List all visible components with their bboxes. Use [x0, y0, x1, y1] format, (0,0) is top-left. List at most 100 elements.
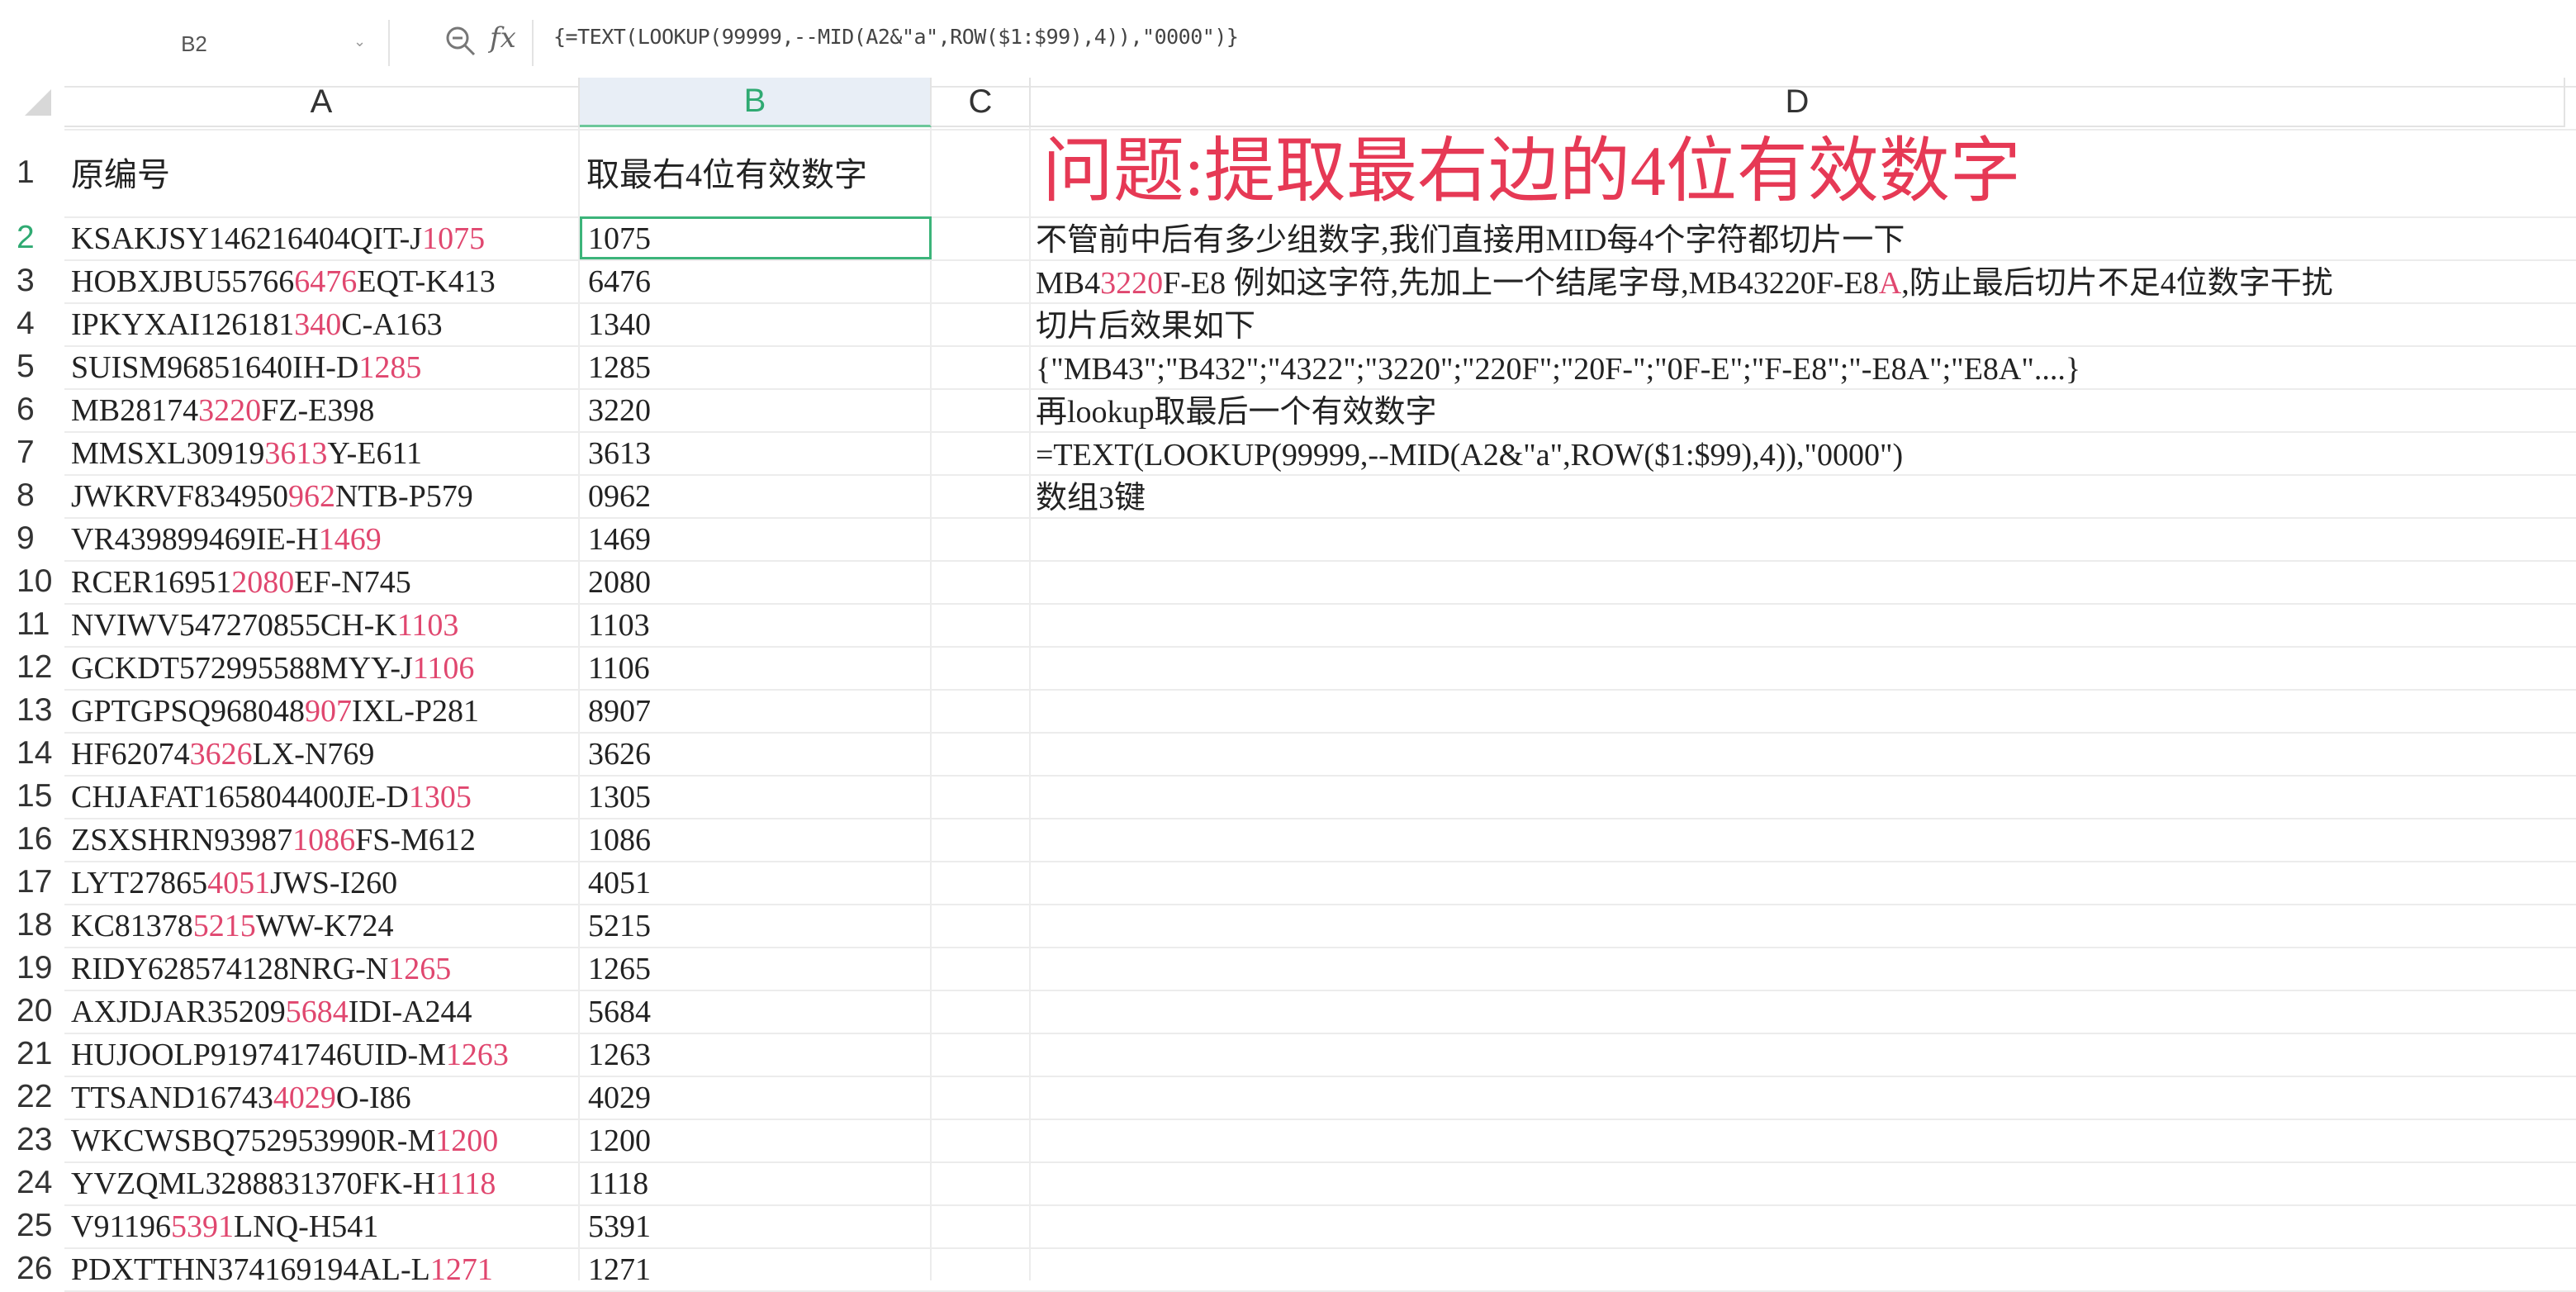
row-header[interactable]: 7: [0, 431, 64, 474]
cell-b-result[interactable]: 4029: [588, 1082, 651, 1114]
row-header[interactable]: 9: [0, 517, 64, 560]
row-header[interactable]: 20: [0, 990, 64, 1033]
cell-b-result[interactable]: 1118: [588, 1168, 648, 1199]
row-header[interactable]: 26: [0, 1247, 64, 1290]
cell-b-result[interactable]: 1103: [588, 610, 650, 641]
highlighted-digits: 1469: [318, 522, 382, 557]
cell-b-result[interactable]: 3220: [588, 395, 651, 426]
cell-b-result[interactable]: 5215: [588, 910, 651, 942]
cell-b1-header[interactable]: 取最右4位有效数字: [586, 159, 867, 192]
row-header[interactable]: 13: [0, 689, 64, 732]
cell-a-original-code[interactable]: TTSAND167434029O-I86: [71, 1082, 411, 1114]
function-icon[interactable]: fx: [490, 21, 516, 55]
cell-a-original-code[interactable]: JWKRVF834950962NTB-P579: [71, 481, 473, 512]
cell-a-original-code[interactable]: VR439899469IE-H1469: [71, 524, 382, 555]
chevron-down-icon[interactable]: ⌄: [353, 33, 366, 50]
cell-b-result[interactable]: 1106: [588, 653, 650, 684]
cell-a-original-code[interactable]: HF620743626LX-N769: [71, 739, 374, 770]
row-header[interactable]: 8: [0, 474, 64, 517]
row-header[interactable]: 2: [0, 216, 64, 259]
cell-a-original-code[interactable]: HOBXJBU557666476EQT-K413: [71, 266, 496, 297]
row-header[interactable]: 5: [0, 345, 64, 388]
cell-a-original-code[interactable]: KSAKJSY146216404QIT-J1075: [71, 223, 485, 254]
row-header[interactable]: 21: [0, 1033, 64, 1076]
grid-line: [64, 603, 2576, 605]
code-text: EQT-K413: [357, 264, 496, 299]
grid-line: [64, 1204, 2576, 1206]
cell-a-original-code[interactable]: MMSXL309193613Y-E611: [71, 438, 422, 469]
grid-line: [64, 818, 2576, 819]
row-header[interactable]: 24: [0, 1161, 64, 1204]
cell-b-result[interactable]: 1271: [588, 1254, 651, 1285]
cell-a-original-code[interactable]: ZSXSHRN939871086FS-M612: [71, 824, 476, 856]
row-header[interactable]: 3: [0, 259, 64, 302]
cell-b-result[interactable]: 3613: [588, 438, 651, 469]
row-header[interactable]: 15: [0, 775, 64, 818]
column-header-a[interactable]: A: [64, 78, 580, 127]
cell-b-result[interactable]: 2080: [588, 567, 651, 598]
cell-a-original-code[interactable]: SUISM96851640IH-D1285: [71, 352, 421, 383]
row-header-1[interactable]: 1: [0, 129, 64, 216]
cell-a-original-code[interactable]: AXJDJAR352095684IDI-A244: [71, 996, 472, 1028]
select-all-icon[interactable]: [25, 89, 51, 116]
cell-b-result[interactable]: 6476: [588, 266, 651, 297]
cell-a-original-code[interactable]: YVZQML3288831370FK-H1118: [71, 1168, 496, 1199]
cell-b-result[interactable]: 1305: [588, 781, 651, 813]
cell-a-original-code[interactable]: CHJAFAT165804400JE-D1305: [71, 781, 472, 813]
cell-b-result[interactable]: 1469: [588, 524, 651, 555]
cell-a-original-code[interactable]: GCKDT572995588MYY-J1106: [71, 653, 474, 684]
cell-b-result[interactable]: 8907: [588, 696, 651, 727]
cell-b-result[interactable]: 1340: [588, 309, 651, 340]
zoom-search-icon[interactable]: [444, 25, 477, 58]
cell-a-original-code[interactable]: RIDY628574128NRG-N1265: [71, 953, 451, 985]
formula-input[interactable]: {=TEXT(LOOKUP(99999,--MID(A2&"a",ROW($1:…: [553, 25, 1239, 49]
cell-b-result[interactable]: 1200: [588, 1125, 651, 1157]
grid-line: [64, 646, 2576, 648]
cell-a-original-code[interactable]: GPTGPSQ968048907IXL-P281: [71, 696, 479, 727]
row-header[interactable]: 19: [0, 947, 64, 990]
cell-a-original-code[interactable]: NVIWV547270855CH-K1103: [71, 610, 458, 641]
cell-a-original-code[interactable]: RCER169512080EF-N745: [71, 567, 411, 598]
row-header[interactable]: 23: [0, 1119, 64, 1161]
cell-b-result[interactable]: 1285: [588, 352, 651, 383]
row-header[interactable]: 10: [0, 560, 64, 603]
column-header-b[interactable]: B: [580, 78, 932, 127]
cell-b-result[interactable]: 3626: [588, 739, 651, 770]
row-header[interactable]: 22: [0, 1076, 64, 1119]
row-header[interactable]: 4: [0, 302, 64, 345]
cell-b-result[interactable]: 1263: [588, 1039, 651, 1071]
code-text: JWS-I260: [270, 866, 398, 900]
cell-b-result[interactable]: 1086: [588, 824, 651, 856]
column-header-c[interactable]: C: [932, 78, 1031, 127]
cell-a-original-code[interactable]: WKCWSBQ752953990R-M1200: [71, 1125, 498, 1157]
note-line-2-pre: MB4: [1036, 266, 1101, 301]
code-text: WW-K724: [255, 909, 394, 943]
cell-b-result[interactable]: 5391: [588, 1211, 651, 1242]
cell-a-original-code[interactable]: LYT278654051JWS-I260: [71, 867, 397, 899]
code-text: MB28174: [71, 393, 199, 428]
column-header-d[interactable]: D: [1031, 78, 2565, 127]
cell-b-result[interactable]: 4051: [588, 867, 651, 899]
selected-cell-b2[interactable]: [580, 216, 932, 259]
cell-a-original-code[interactable]: PDXTTHN374169194AL-L1271: [71, 1254, 493, 1285]
row-header[interactable]: 6: [0, 388, 64, 431]
cell-a-original-code[interactable]: MB281743220FZ-E398: [71, 395, 374, 426]
code-text: FZ-E398: [261, 393, 375, 428]
row-header[interactable]: 12: [0, 646, 64, 689]
row-header[interactable]: 25: [0, 1204, 64, 1247]
grid-line: [64, 259, 2576, 261]
cell-a1-header[interactable]: 原编号: [71, 159, 170, 192]
name-box[interactable]: B2: [17, 18, 372, 69]
cell-a-original-code[interactable]: V911965391LNQ-H541: [71, 1211, 378, 1242]
row-header[interactable]: 14: [0, 732, 64, 775]
cell-b-result[interactable]: 0962: [588, 481, 651, 512]
cell-a-original-code[interactable]: KC813785215WW-K724: [71, 910, 394, 942]
cell-a-original-code[interactable]: IPKYXAI126181340C-A163: [71, 309, 443, 340]
row-header[interactable]: 18: [0, 904, 64, 947]
cell-a-original-code[interactable]: HUJOOLP919741746UID-M1263: [71, 1039, 509, 1071]
row-header[interactable]: 16: [0, 818, 64, 861]
cell-b-result[interactable]: 1265: [588, 953, 651, 985]
row-header[interactable]: 11: [0, 603, 64, 646]
cell-b-result[interactable]: 5684: [588, 996, 651, 1028]
row-header[interactable]: 17: [0, 861, 64, 904]
